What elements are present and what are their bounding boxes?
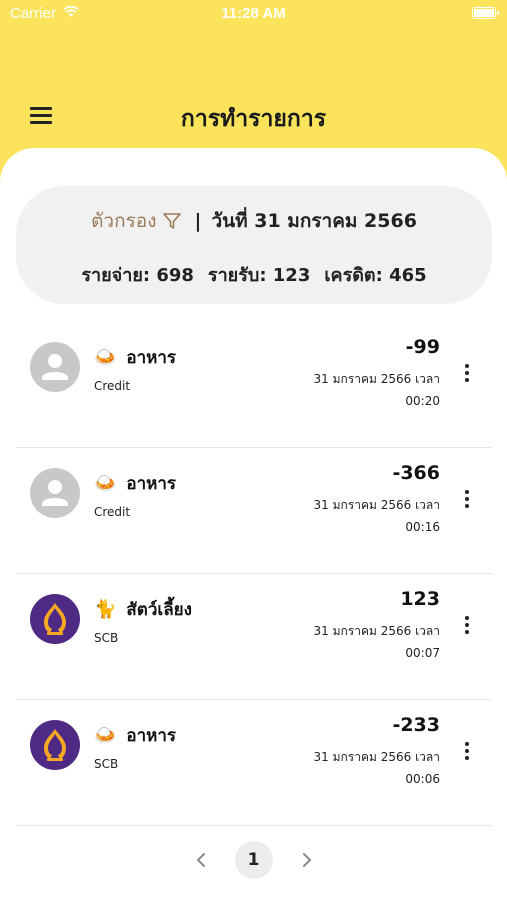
transaction-row[interactable]: 🍛 อาหาร Credit -99 31 มกราคม 2566 เวลา 0… [16,322,492,448]
default-user-avatar [30,342,80,392]
category-label: อาหาร [126,348,177,368]
summary-divider: | [194,210,202,232]
transaction-category: 🍛 อาหาร [94,722,176,749]
pet-icon: 🐈 [94,599,117,620]
transaction-time: 00:07 [405,646,440,660]
transaction-datetime: 31 มกราคม 2566 เวลา 00:20 [270,368,440,412]
transaction-row[interactable]: 🍛 อาหาร SCB -233 31 มกราคม 2566 เวลา 00:… [16,700,492,826]
income-total: รายรับ: 123 [207,265,311,286]
content-panel: ตัวกรอง | วันที่ 31 มกราคม 2566 รายจ่าย:… [0,148,507,900]
category-label: อาหาร [126,474,177,494]
account-label: Credit [94,379,131,393]
chevron-right-icon[interactable] [291,845,321,875]
status-bar: Carrier 11:28 AM [0,0,507,30]
category-label: อาหาร [126,726,177,746]
page-number-button[interactable]: 1 [234,841,273,879]
pagination: 1 [0,840,507,880]
transaction-date: 31 มกราคม 2566 เวลา [313,498,440,512]
scb-bank-logo [30,720,80,770]
filter-funnel-icon [163,213,182,229]
more-options-icon[interactable] [464,742,470,762]
summary-card: ตัวกรอง | วันที่ 31 มกราคม 2566 รายจ่าย:… [16,186,492,304]
food-icon: 🍛 [94,347,117,368]
filter-button[interactable]: ตัวกรอง [91,206,182,236]
food-icon: 🍛 [94,725,117,746]
transaction-category: 🍛 อาหาร [94,470,176,497]
chevron-left-icon[interactable] [187,845,217,875]
transaction-category: 🐈 สัตว์เลี้ยง [94,596,192,623]
transaction-row[interactable]: 🍛 อาหาร Credit -366 31 มกราคม 2566 เวลา … [16,448,492,574]
food-icon: 🍛 [94,473,117,494]
transaction-date: 31 มกราคม 2566 เวลา [313,624,440,638]
transaction-amount: -366 [392,462,440,484]
account-label: SCB [94,757,119,771]
transaction-amount: -233 [392,714,440,736]
transaction-datetime: 31 มกราคม 2566 เวลา 00:16 [270,494,440,538]
account-label: Credit [94,505,131,519]
transaction-date: 31 มกราคม 2566 เวลา [313,372,440,386]
transaction-datetime: 31 มกราคม 2566 เวลา 00:07 [270,620,440,664]
transaction-amount: 123 [400,588,440,610]
account-label: SCB [94,631,119,645]
summary-header-line: ตัวกรอง | วันที่ 31 มกราคม 2566 [16,206,492,236]
summary-date: วันที่ 31 มกราคม 2566 [211,210,417,232]
transaction-list: 🍛 อาหาร Credit -99 31 มกราคม 2566 เวลา 0… [16,322,492,826]
status-time: 11:28 AM [221,5,286,22]
transaction-amount: -99 [405,336,440,358]
transaction-time: 00:06 [405,772,440,786]
transaction-datetime: 31 มกราคม 2566 เวลา 00:06 [270,746,440,790]
transaction-time: 00:20 [405,394,440,408]
category-label: สัตว์เลี้ยง [126,600,192,620]
transaction-category: 🍛 อาหาร [94,344,176,371]
more-options-icon[interactable] [464,616,470,636]
default-user-avatar [30,468,80,518]
scb-bank-logo [30,594,80,644]
more-options-icon[interactable] [464,490,470,510]
transaction-time: 00:16 [405,520,440,534]
transaction-date: 31 มกราคม 2566 เวลา [313,750,440,764]
expense-total: รายจ่าย: 698 [81,265,194,286]
summary-totals-line: รายจ่าย: 698 รายรับ: 123 เครดิต: 465 [16,260,492,289]
credit-total: เครดิต: 465 [324,265,427,286]
battery-icon [472,7,499,19]
page-title: การทำรายการ [180,106,327,132]
more-options-icon[interactable] [464,364,470,384]
transaction-row[interactable]: 🐈 สัตว์เลี้ยง SCB 123 31 มกราคม 2566 เวล… [16,574,492,700]
filter-label: ตัวกรอง [91,210,157,232]
